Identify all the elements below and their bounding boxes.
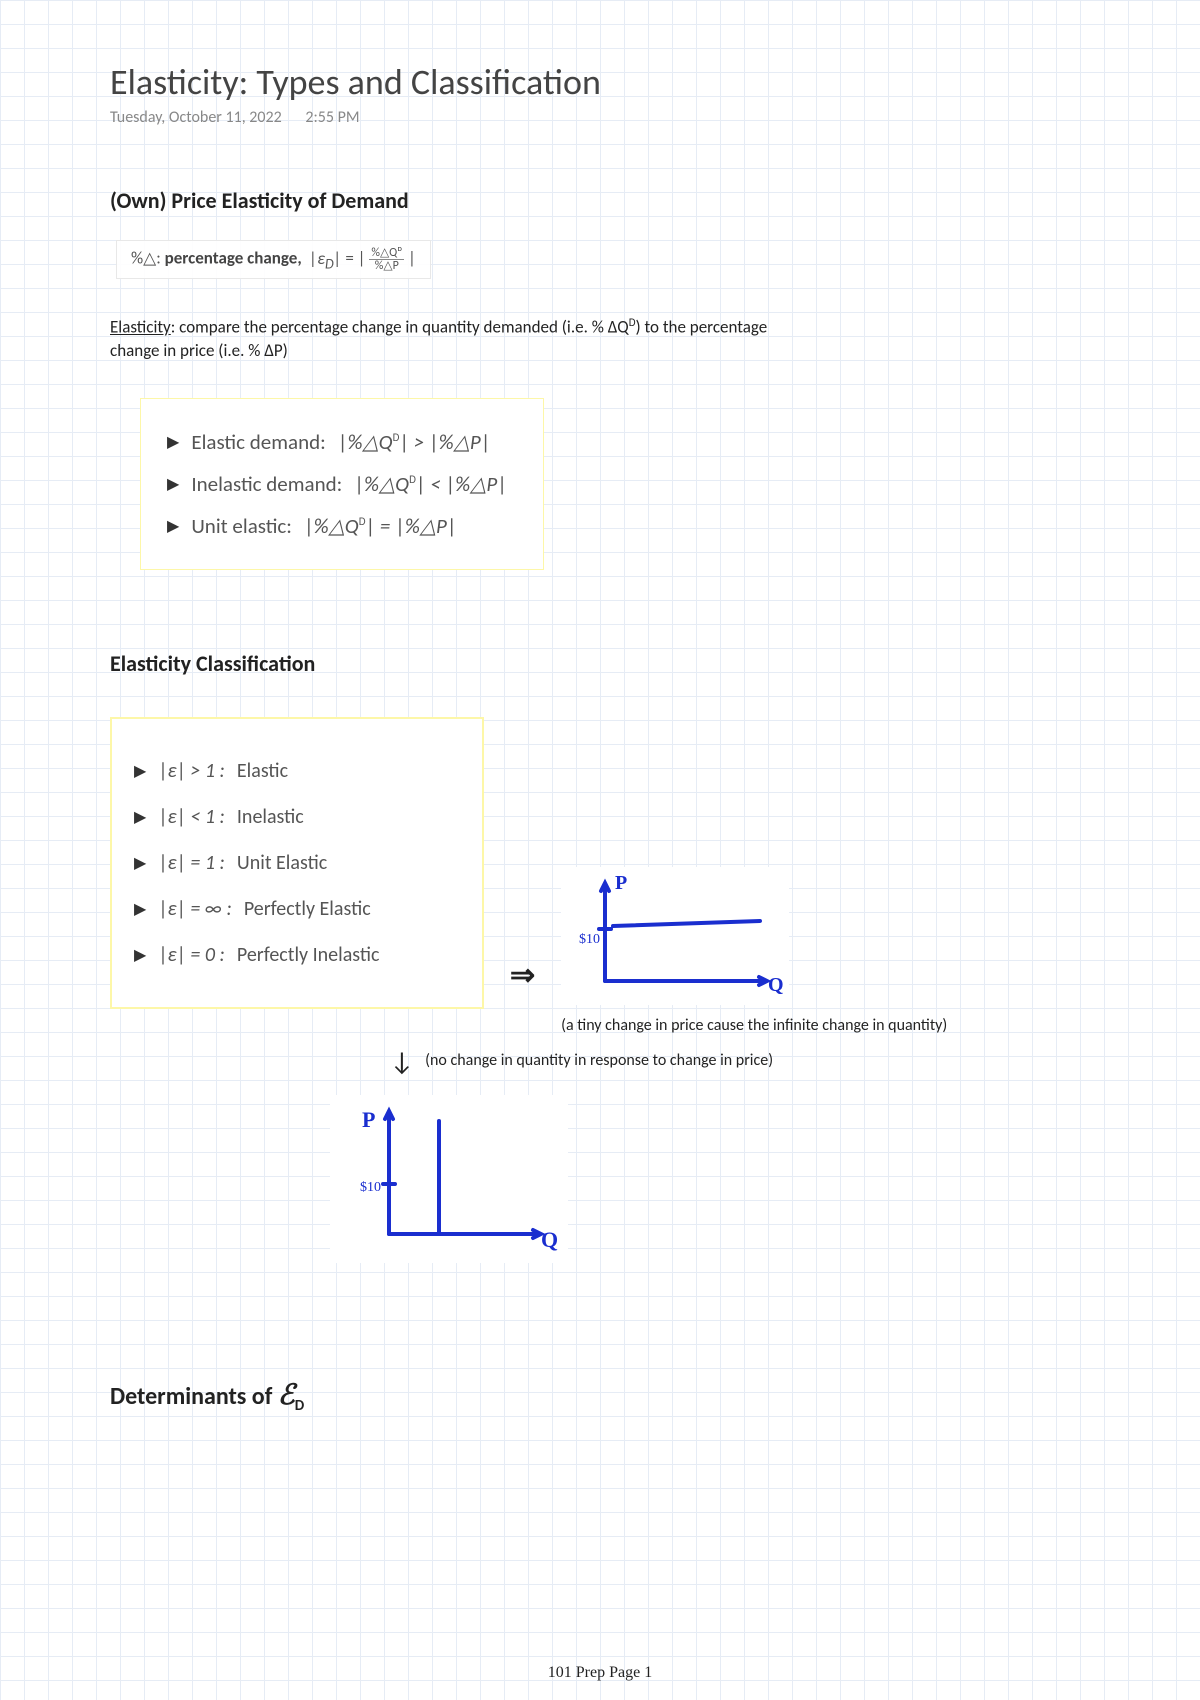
formula-label: percentage change, — [165, 248, 302, 269]
bullet-icon: ▶ — [134, 807, 146, 827]
tick-label: $10 — [360, 1180, 381, 1195]
bullet-icon: ▶ — [167, 432, 179, 452]
elasticity-definition-text: Elasticity: compare the percentage chang… — [110, 316, 790, 363]
rule-label: Inelastic demand: — [191, 471, 342, 497]
rule-expr: |%△QD| = |%△P| — [304, 513, 457, 539]
det-pre: Determinants of — [110, 1382, 278, 1411]
arrow-down-icon: ↓ — [390, 1045, 414, 1077]
elasticity-lead: Elasticity — [110, 317, 171, 338]
formula-definition: %△: percentage change, |εD| = | %△Qᴰ %△P… — [116, 240, 431, 279]
arrow-right-icon: ⇒ — [510, 757, 535, 994]
class-elastic: ▶ |ε| > 1 : Elastic — [134, 759, 456, 783]
bullet-icon: ▶ — [167, 516, 179, 536]
class-perfectly-inelastic: ▶ |ε| = 0 : Perfectly Inelastic — [134, 943, 456, 967]
formula-denominator: %△P — [369, 260, 404, 272]
page-content: Elasticity: Types and Classification Tue… — [0, 0, 1200, 1454]
axis-q-label: Q — [541, 1227, 558, 1252]
section-heading-classification: Elasticity Classification — [110, 650, 1090, 677]
det-sub: D — [295, 1396, 304, 1414]
rule-label: Elastic demand: — [191, 429, 325, 455]
elasticity-sup: D — [629, 316, 636, 329]
rule-label: Unit elastic: — [191, 513, 292, 539]
elasticity-text-1: : compare the percentage change in quant… — [171, 317, 629, 338]
det-symbol: ℰ — [278, 1380, 295, 1411]
class-inelastic: ▶ |ε| < 1 : Inelastic — [134, 805, 456, 829]
rule-inelastic: ▶ Inelastic demand: |%△QD| < |%△P| — [167, 471, 507, 497]
rule-expr: |%△QD| < |%△P| — [354, 471, 507, 497]
tick-label: $10 — [579, 932, 600, 947]
graph-perfectly-inelastic: P Q $10 — [330, 1095, 568, 1263]
bullet-icon: ▶ — [134, 853, 146, 873]
page-title: Elasticity: Types and Classification — [110, 60, 1090, 104]
section-heading-ped: (Own) Price Elasticity of Demand — [110, 187, 1090, 214]
rule-elastic: ▶ Elastic demand: |%△QD| > |%△P| — [167, 429, 507, 455]
class-perfectly-elastic: ▶ |ε| = ∞ : Perfectly Elastic — [134, 897, 456, 921]
page-time: 2:55 PM — [305, 108, 359, 127]
caption-perfectly-elastic: (a tiny change in price cause the infini… — [561, 1016, 947, 1035]
class-name: Unit Elastic — [237, 851, 327, 875]
rule-expr: |%△QD| > |%△P| — [338, 429, 491, 455]
class-name: Perfectly Inelastic — [237, 943, 380, 967]
caption-perfectly-inelastic: (no change in quantity in response to ch… — [425, 1050, 773, 1069]
page-date: Tuesday, October 11, 2022 — [110, 108, 282, 127]
class-name: Perfectly Elastic — [244, 897, 371, 921]
highlight-box-rules: ▶ Elastic demand: |%△QD| > |%△P| ▶ Inela… — [140, 398, 544, 570]
perfectly-inelastic-note: ↓ (no change in quantity in response to … — [390, 1045, 1090, 1077]
bullet-icon: ▶ — [167, 474, 179, 494]
class-unit: ▶ |ε| = 1 : Unit Elastic — [134, 851, 456, 875]
section-heading-determinants: Determinants of ℰD — [110, 1378, 1090, 1415]
bullet-icon: ▶ — [134, 945, 146, 965]
page-meta: Tuesday, October 11, 2022 2:55 PM — [110, 108, 1090, 127]
axis-p-label: P — [362, 1107, 375, 1132]
axis-p-label: P — [615, 872, 627, 894]
bullet-icon: ▶ — [134, 899, 146, 919]
rule-unit-elastic: ▶ Unit elastic: |%△QD| = |%△P| — [167, 513, 507, 539]
graph-perfectly-elastic: P Q $10 — [561, 867, 789, 1005]
page-footer: 101 Prep Page 1 — [0, 1664, 1200, 1682]
highlight-box-classification: ▶ |ε| > 1 : Elastic ▶ |ε| < 1 : Inelasti… — [110, 717, 484, 1009]
axis-q-label: Q — [768, 974, 784, 996]
formula-prefix: %△: — [131, 248, 165, 269]
class-name: Elastic — [237, 759, 288, 783]
bullet-icon: ▶ — [134, 761, 146, 781]
class-name: Inelastic — [237, 805, 304, 829]
